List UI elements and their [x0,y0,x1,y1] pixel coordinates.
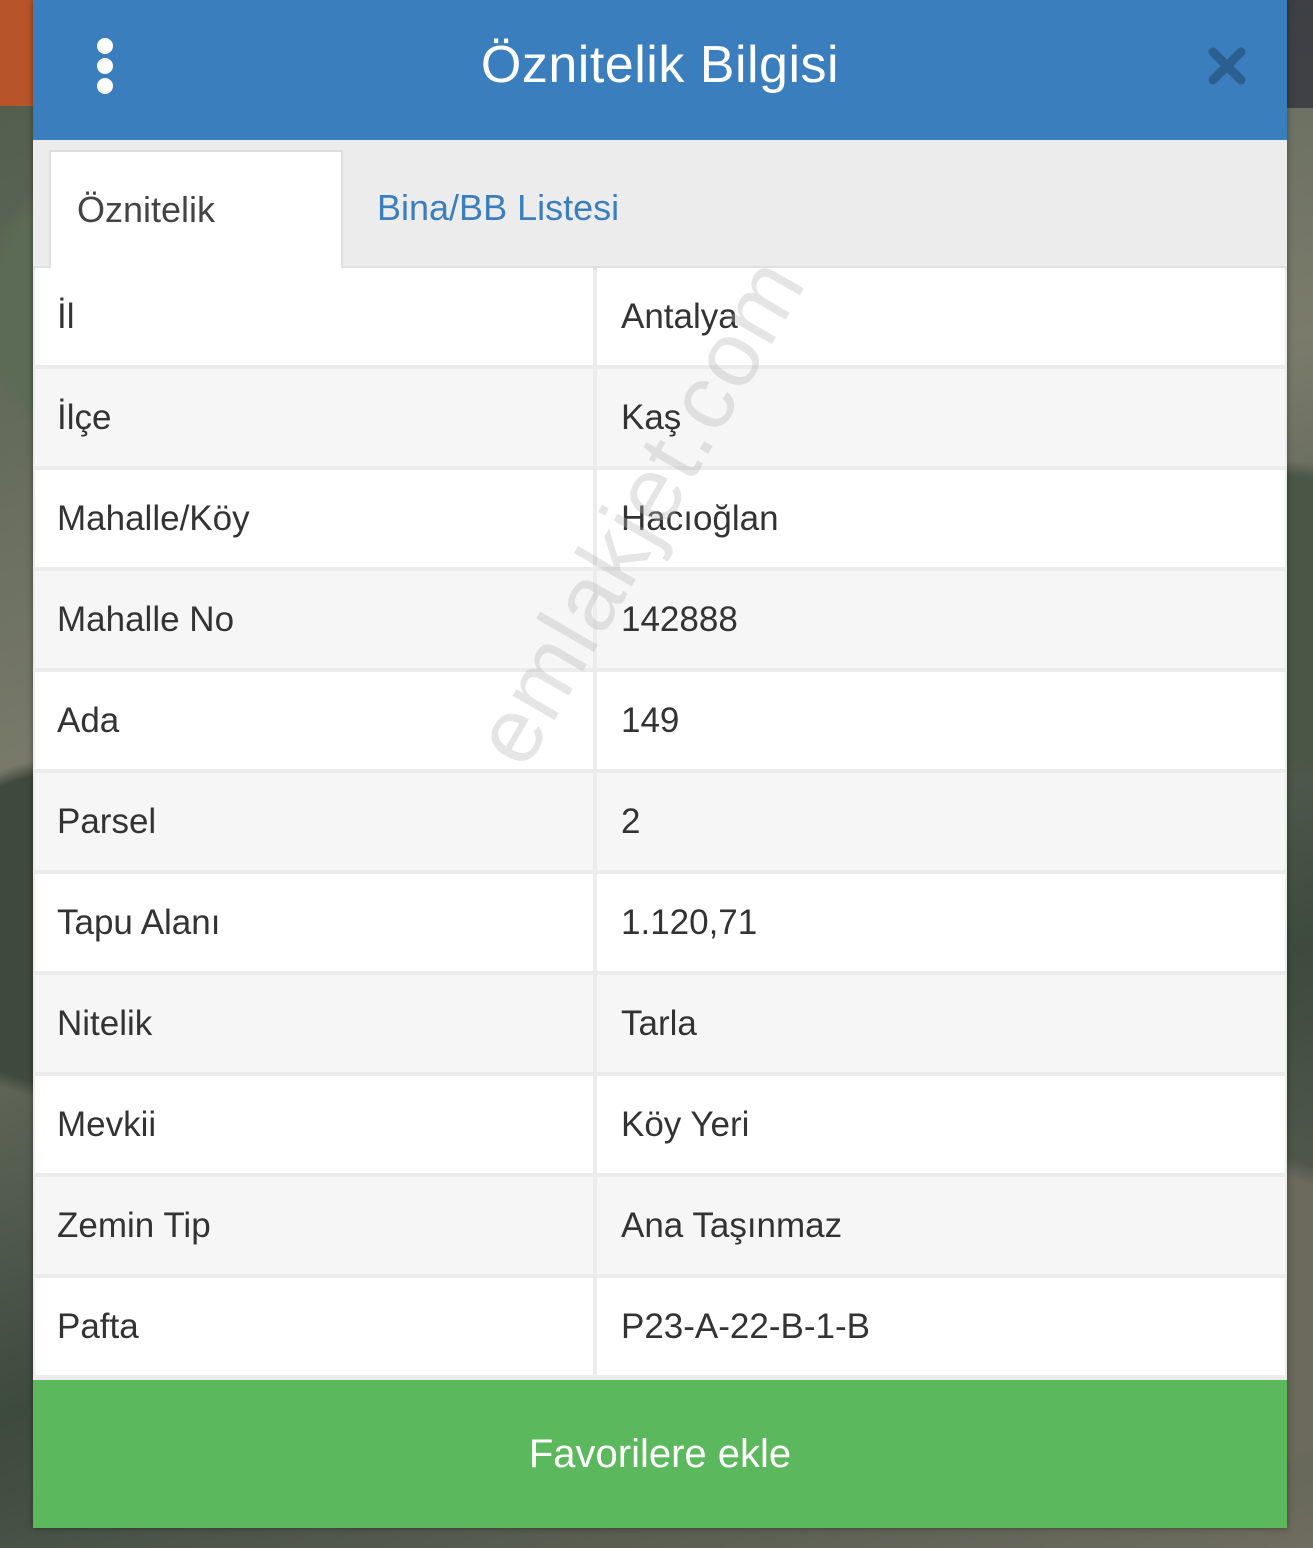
row-key: Zemin Tip [35,1177,593,1274]
attribute-info-dialog: Öznitelik Bilgisi Öznitelik Bilgisi Bina… [33,0,1287,1528]
map-background-edge [1287,0,1313,108]
row-value: 142888 [597,571,1285,668]
row-key: Mahalle/Köy [35,470,593,567]
table-row: Mahalle/Köy Hacıoğlan [35,470,1285,571]
row-key: Nitelik [35,975,593,1072]
attribute-table: İl Antalya İlçe Kaş Mahalle/Köy Hacıoğla… [35,268,1285,1379]
dialog-header: Öznitelik Bilgisi [33,0,1287,140]
row-key: İl [35,268,593,365]
table-row: İlçe Kaş [35,369,1285,470]
dialog-title: Öznitelik Bilgisi [480,36,840,94]
tab-bar: Öznitelik Bilgisi Bina/BB Listesi [33,140,1287,346]
table-row: Zemin Tip Ana Taşınmaz [35,1177,1285,1278]
row-value: Tarla [597,975,1285,1072]
row-key: Mahalle No [35,571,593,668]
table-row: Nitelik Tarla [35,975,1285,1076]
table-row: Tapu Alanı 1.120,71 [35,874,1285,975]
row-value: P23-A-22-B-1-B [597,1278,1285,1375]
row-value: 149 [597,672,1285,769]
table-row: İl Antalya [35,268,1285,369]
row-value: Kaş [597,369,1285,466]
table-row: Mevkii Köy Yeri [35,1076,1285,1177]
row-value: 2 [597,773,1285,870]
close-icon[interactable] [1205,44,1249,88]
map-background-marker [0,0,34,106]
tab-attribute-info[interactable]: Öznitelik Bilgisi [49,150,343,346]
row-key: Tapu Alanı [35,874,593,971]
table-row: Parsel 2 [35,773,1285,874]
row-value: 1.120,71 [597,874,1285,971]
row-value: Hacıoğlan [597,470,1285,567]
table-row: Mahalle No 142888 [35,571,1285,672]
row-key: Ada [35,672,593,769]
table-row: Pafta P23-A-22-B-1-B [35,1278,1285,1379]
row-value: Antalya [597,268,1285,365]
row-key: Parsel [35,773,593,870]
row-key: İlçe [35,369,593,466]
tab-building-list[interactable]: Bina/BB Listesi [351,150,645,266]
table-row: Ada 149 [35,672,1285,773]
row-value: Ana Taşınmaz [597,1177,1285,1274]
row-key: Pafta [35,1278,593,1375]
row-value: Köy Yeri [597,1076,1285,1173]
row-key: Mevkii [35,1076,593,1173]
add-to-favorites-button[interactable]: Favorilere ekle [33,1380,1287,1528]
